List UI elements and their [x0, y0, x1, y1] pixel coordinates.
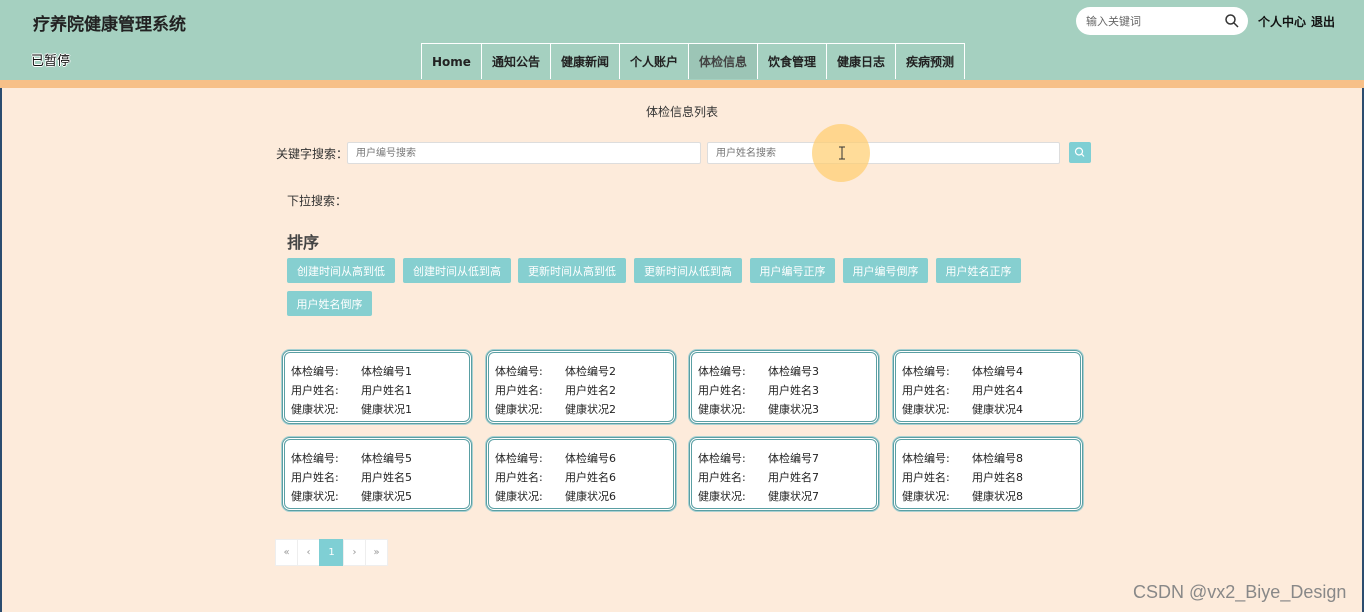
card-value-name: 用户姓名7 — [768, 471, 819, 484]
card-label-status: 健康状况: — [495, 490, 543, 503]
card-label-status: 健康状况: — [291, 403, 339, 416]
header-stripe — [0, 80, 1364, 88]
checkup-card[interactable]: 体检编号: 体检编号2 用户姓名: 用户姓名2 健康状况: 健康状况2 — [486, 350, 676, 424]
card-label-name: 用户姓名: — [698, 384, 746, 397]
card-value-status: 健康状况3 — [768, 403, 819, 416]
main-nav: Home 通知公告 健康新闻 个人账户 体检信息 饮食管理 健康日志 疾病预测 — [421, 43, 966, 79]
checkup-card[interactable]: 体检编号: 体检编号5 用户姓名: 用户姓名5 健康状况: 健康状况5 — [282, 437, 472, 511]
search-icon[interactable] — [1224, 13, 1240, 29]
card-label-status: 健康状况: — [902, 490, 950, 503]
checkup-card[interactable]: 体检编号: 体检编号6 用户姓名: 用户姓名6 健康状况: 健康状况6 — [486, 437, 676, 511]
card-label-name: 用户姓名: — [495, 471, 543, 484]
nav-item-diet[interactable]: 饮食管理 — [758, 43, 828, 79]
card-value-name: 用户姓名6 — [565, 471, 616, 484]
sort-updated-desc-button[interactable]: 更新时间从高到低 — [518, 258, 626, 283]
sort-title: 排序 — [287, 233, 320, 252]
text-cursor-icon — [837, 145, 847, 161]
card-value-no: 体检编号6 — [565, 452, 616, 465]
card-value-status: 健康状况5 — [361, 490, 412, 503]
paused-label: 已暂停 — [31, 54, 71, 69]
card-label-no: 体检编号: — [291, 452, 339, 465]
logout-link[interactable]: 退出 — [1311, 13, 1335, 30]
card-value-name: 用户姓名2 — [565, 384, 616, 397]
card-label-name: 用户姓名: — [495, 384, 543, 397]
card-label-status: 健康状况: — [902, 403, 950, 416]
nav-item-health-log[interactable]: 健康日志 — [827, 43, 897, 79]
sort-created-desc-button[interactable]: 创建时间从高到低 — [287, 258, 395, 283]
search-button-icon — [1074, 147, 1085, 157]
card-value-no: 体检编号4 — [972, 365, 1023, 378]
page-current-button[interactable]: 1 — [319, 539, 344, 566]
pagination: « ‹ 1 › » — [275, 539, 388, 566]
site-title: 疗养院健康管理系统 — [33, 15, 186, 35]
card-value-name: 用户姓名4 — [972, 384, 1023, 397]
card-value-no: 体检编号2 — [565, 365, 616, 378]
dropdown-search-label: 下拉搜索： — [287, 194, 348, 208]
sort-created-asc-button[interactable]: 创建时间从低到高 — [403, 258, 511, 283]
card-value-no: 体检编号5 — [361, 452, 412, 465]
nav-item-checkup-info[interactable]: 体检信息 — [688, 43, 758, 79]
card-value-status: 健康状况1 — [361, 403, 412, 416]
window-left-edge — [0, 88, 2, 612]
card-label-status: 健康状况: — [495, 403, 543, 416]
user-name-search-input[interactable] — [707, 142, 1060, 164]
nav-item-account[interactable]: 个人账户 — [619, 43, 689, 79]
card-label-no: 体检编号: — [902, 452, 950, 465]
card-label-name: 用户姓名: — [902, 471, 950, 484]
card-label-name: 用户姓名: — [291, 471, 339, 484]
card-value-name: 用户姓名8 — [972, 471, 1023, 484]
checkup-card[interactable]: 体检编号: 体检编号1 用户姓名: 用户姓名1 健康状况: 健康状况1 — [282, 350, 472, 424]
sort-user-no-desc-button[interactable]: 用户编号倒序 — [843, 258, 928, 283]
card-value-no: 体检编号8 — [972, 452, 1023, 465]
card-value-name: 用户姓名5 — [361, 471, 412, 484]
card-value-no: 体检编号7 — [768, 452, 819, 465]
search-button[interactable] — [1069, 142, 1091, 163]
card-label-no: 体检编号: — [495, 452, 543, 465]
card-value-name: 用户姓名3 — [768, 384, 819, 397]
page-prev-button[interactable]: ‹ — [297, 539, 320, 566]
user-center-link[interactable]: 个人中心 — [1258, 13, 1306, 30]
card-value-status: 健康状况2 — [565, 403, 616, 416]
user-no-search-input[interactable] — [347, 142, 701, 164]
nav-item-disease-prediction[interactable]: 疾病预测 — [896, 43, 966, 79]
card-label-no: 体检编号: — [698, 365, 746, 378]
card-value-status: 健康状况4 — [972, 403, 1023, 416]
card-label-name: 用户姓名: — [698, 471, 746, 484]
card-label-no: 体检编号: — [291, 365, 339, 378]
header-search-input[interactable] — [1086, 11, 1221, 31]
card-value-name: 用户姓名1 — [361, 384, 412, 397]
checkup-card[interactable]: 体检编号: 体检编号7 用户姓名: 用户姓名7 健康状况: 健康状况7 — [689, 437, 879, 511]
card-value-status: 健康状况8 — [972, 490, 1023, 503]
card-label-status: 健康状况: — [698, 490, 746, 503]
sort-user-no-asc-button[interactable]: 用户编号正序 — [750, 258, 835, 283]
card-label-no: 体检编号: — [495, 365, 543, 378]
card-value-status: 健康状况6 — [565, 490, 616, 503]
page-first-button[interactable]: « — [275, 539, 298, 566]
card-value-status: 健康状况7 — [768, 490, 819, 503]
header-search[interactable] — [1076, 7, 1248, 35]
card-label-status: 健康状况: — [698, 403, 746, 416]
card-label-no: 体检编号: — [902, 365, 950, 378]
page-title: 体检信息列表 — [645, 105, 718, 119]
card-label-no: 体检编号: — [698, 452, 746, 465]
checkup-card[interactable]: 体检编号: 体检编号8 用户姓名: 用户姓名8 健康状况: 健康状况8 — [893, 437, 1083, 511]
sort-user-name-asc-button[interactable]: 用户姓名正序 — [936, 258, 1021, 283]
card-label-name: 用户姓名: — [902, 384, 950, 397]
card-label-name: 用户姓名: — [291, 384, 339, 397]
checkup-card[interactable]: 体检编号: 体检编号3 用户姓名: 用户姓名3 健康状况: 健康状况3 — [689, 350, 879, 424]
nav-item-health-news[interactable]: 健康新闻 — [550, 43, 620, 79]
nav-item-notices[interactable]: 通知公告 — [481, 43, 551, 79]
page-last-button[interactable]: » — [365, 539, 388, 566]
nav-item-home[interactable]: Home — [422, 43, 482, 79]
card-value-no: 体检编号1 — [361, 365, 412, 378]
sort-updated-asc-button[interactable]: 更新时间从低到高 — [634, 258, 742, 283]
checkup-card[interactable]: 体检编号: 体检编号4 用户姓名: 用户姓名4 健康状况: 健康状况4 — [893, 350, 1083, 424]
card-value-no: 体检编号3 — [768, 365, 819, 378]
page-next-button[interactable]: › — [343, 539, 366, 566]
keyword-search-label: 关键字搜索： — [276, 147, 349, 161]
sort-user-name-desc-button[interactable]: 用户姓名倒序 — [287, 291, 372, 316]
card-label-status: 健康状况: — [291, 490, 339, 503]
watermark: CSDN @vx2_Biye_Design — [1133, 582, 1347, 602]
